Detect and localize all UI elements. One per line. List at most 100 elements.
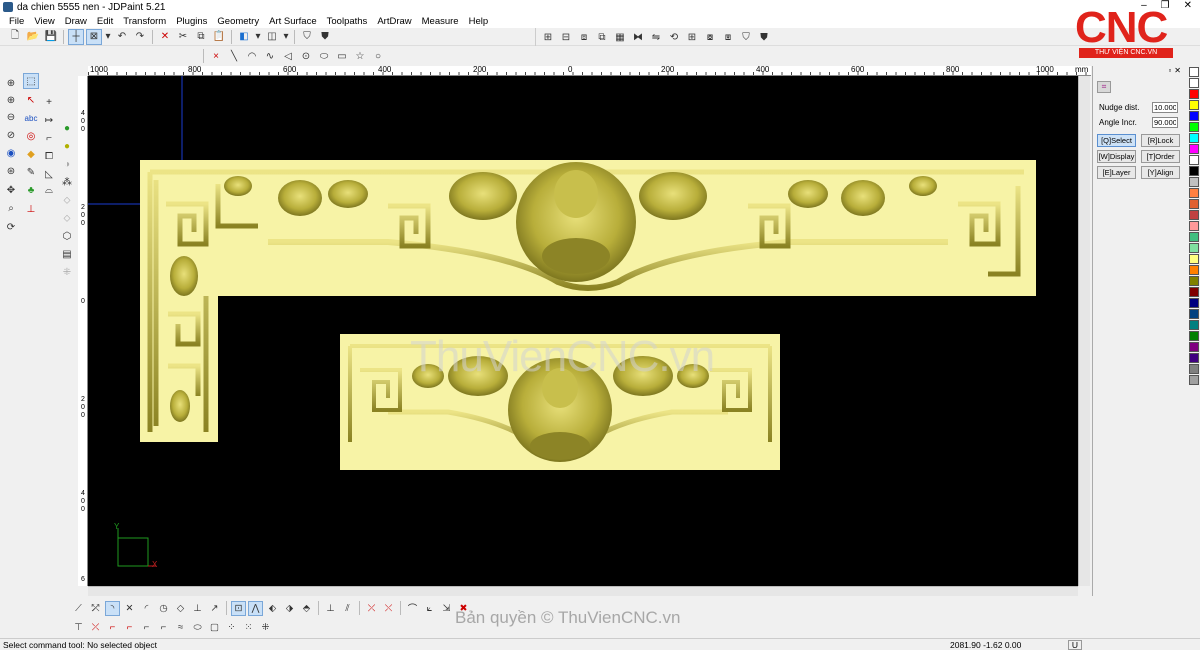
dropdown-arrow-icon[interactable]: ▾ xyxy=(282,29,290,45)
color-swatch[interactable] xyxy=(1189,232,1199,242)
circle-icon[interactable]: ○ xyxy=(370,48,386,64)
view-eye-icon[interactable]: ◉ xyxy=(3,145,19,161)
polyline-icon[interactable]: ◁ xyxy=(280,48,296,64)
color-swatch[interactable] xyxy=(1189,122,1199,132)
select-box-icon[interactable]: ⊠ xyxy=(86,28,102,45)
shield-outline-icon[interactable]: ⛉ xyxy=(738,29,754,45)
delete-icon[interactable]: ✕ xyxy=(157,29,173,45)
extend-icon[interactable]: ⫽ xyxy=(340,601,355,616)
select-button[interactable]: [Q]Select xyxy=(1097,134,1136,147)
zoom-all-icon[interactable]: ⊘ xyxy=(3,127,19,143)
vertical-scrollbar[interactable] xyxy=(1078,76,1090,586)
chamfer-icon[interactable]: ⟀ xyxy=(422,601,437,616)
corner-icon[interactable]: ◺ xyxy=(41,166,57,182)
menu-transform[interactable]: Transform xyxy=(118,16,171,27)
tree-icon[interactable]: ♣ xyxy=(23,182,39,198)
close-button[interactable]: ✕ xyxy=(1184,0,1192,11)
menu-file[interactable]: File xyxy=(4,16,29,27)
menu-help[interactable]: Help xyxy=(464,16,494,27)
wave-icon[interactable]: ≈ xyxy=(173,620,188,635)
color-swatch[interactable] xyxy=(1189,265,1199,275)
nodes3-edit-icon[interactable]: ⁜ xyxy=(258,620,273,635)
star-icon[interactable]: ☆ xyxy=(352,48,368,64)
paint-tool-icon[interactable]: ✎ xyxy=(23,164,39,180)
order-button[interactable]: [T]Order xyxy=(1141,150,1180,163)
shield-icon[interactable]: ⛉ xyxy=(299,29,315,45)
snap-point-icon[interactable]: ⊡ xyxy=(231,600,246,616)
color-swatch[interactable] xyxy=(1189,210,1199,220)
menu-view[interactable]: View xyxy=(29,16,59,27)
array-copy-icon[interactable]: ⊟ xyxy=(558,29,574,45)
snap-perpendicular-icon[interactable]: ⊥ xyxy=(190,601,205,616)
combine-icon[interactable]: ⧉ xyxy=(594,29,610,45)
zoom-magnify-icon[interactable]: ⌕ xyxy=(3,200,19,216)
view-3d-icon[interactable]: ◧ xyxy=(236,29,252,45)
color-swatch[interactable] xyxy=(1189,276,1199,286)
emboss-icon[interactable]: ⬦ xyxy=(59,192,75,208)
menu-measure[interactable]: Measure xyxy=(417,16,464,27)
color-swatch[interactable] xyxy=(1189,133,1199,143)
color-swatch[interactable] xyxy=(1189,166,1199,176)
angle-input[interactable] xyxy=(1152,117,1178,128)
color-swatch[interactable] xyxy=(1189,287,1199,297)
point-icon[interactable]: × xyxy=(208,48,224,64)
project-icon[interactable]: ⊥ xyxy=(323,601,338,616)
snap-grid-icon[interactable]: ⬖ xyxy=(265,601,280,616)
color-swatch[interactable] xyxy=(1189,199,1199,209)
circle-center-icon[interactable]: ⊙ xyxy=(298,48,314,64)
plus-tool-icon[interactable]: + xyxy=(41,94,57,110)
color-swatch[interactable] xyxy=(1189,78,1199,88)
offset-icon[interactable]: ⧠ xyxy=(41,148,57,164)
nudge-input[interactable] xyxy=(1152,102,1178,113)
fillet-icon[interactable]: ⌒ xyxy=(405,601,420,616)
spline-icon[interactable]: ∿ xyxy=(262,48,278,64)
menu-plugins[interactable]: Plugins xyxy=(171,16,212,27)
color-swatch[interactable] xyxy=(1189,364,1199,374)
undo-icon[interactable]: ↶ xyxy=(114,29,130,45)
redo-icon[interactable]: ↷ xyxy=(132,29,148,45)
color-swatch[interactable] xyxy=(1189,100,1199,110)
corner3-edit-icon[interactable]: ⌐ xyxy=(139,620,154,635)
color-swatch[interactable] xyxy=(1189,67,1199,77)
pattern-icon[interactable]: ⁜ xyxy=(59,264,75,280)
dropdown-arrow-icon[interactable]: ▾ xyxy=(104,29,112,45)
mirror-icon[interactable]: ⧓ xyxy=(630,29,646,45)
snap-intersect-icon[interactable]: ✕ xyxy=(122,601,137,616)
color-swatch[interactable] xyxy=(1189,353,1199,363)
raise-icon[interactable]: ⬦ xyxy=(59,210,75,226)
layer-button[interactable]: [E]Layer xyxy=(1097,166,1136,179)
shield-solid-icon[interactable]: ⛊ xyxy=(756,29,772,45)
sweep-icon[interactable]: ⌓ xyxy=(41,182,57,198)
render-icon[interactable]: ◫ xyxy=(264,29,280,45)
bulb-icon[interactable]: ● xyxy=(59,120,75,136)
color-swatch[interactable] xyxy=(1189,243,1199,253)
panel-restore-icon[interactable]: ▫ xyxy=(1168,66,1171,77)
shield-filled-icon[interactable]: ⛊ xyxy=(317,29,333,45)
snap-node-icon[interactable]: ⋀ xyxy=(248,600,263,616)
dropdown-arrow-icon[interactable]: ▾ xyxy=(254,29,262,45)
save-icon[interactable]: 💾 xyxy=(43,29,59,45)
select-tool-icon[interactable]: ⬚ xyxy=(23,73,39,89)
measure-tool-icon[interactable]: ⊥ xyxy=(23,201,39,217)
pan-icon[interactable]: ✥ xyxy=(3,182,19,198)
menu-toolpaths[interactable]: Toolpaths xyxy=(322,16,373,27)
array-icon[interactable]: ⊞ xyxy=(540,29,556,45)
nodes-edit-icon[interactable]: ⁘ xyxy=(224,620,239,635)
grid-icon[interactable]: ▦ xyxy=(612,29,628,45)
color-swatch[interactable] xyxy=(1189,320,1199,330)
paste-icon[interactable]: 📋 xyxy=(211,29,227,45)
ellipse-icon[interactable]: ⬭ xyxy=(316,48,332,64)
fill-tool-icon[interactable]: ◆ xyxy=(23,146,39,162)
nodes2-edit-icon[interactable]: ⁙ xyxy=(241,620,256,635)
line-icon[interactable]: ╲ xyxy=(226,48,242,64)
color-swatch[interactable] xyxy=(1189,221,1199,231)
points-icon[interactable]: ⁂ xyxy=(59,174,75,190)
zoom-realtime-icon[interactable]: ⊛ xyxy=(3,163,19,179)
color-swatch[interactable] xyxy=(1189,254,1199,264)
relief-icon[interactable]: ⬡ xyxy=(59,228,75,244)
trim-icon[interactable]: ⌐ xyxy=(41,130,57,146)
color-swatch[interactable] xyxy=(1189,375,1199,385)
color-swatch[interactable] xyxy=(1189,188,1199,198)
node-edit-icon[interactable]: ↖ xyxy=(23,92,39,108)
shape-tool-icon[interactable]: ◎ xyxy=(23,128,39,144)
